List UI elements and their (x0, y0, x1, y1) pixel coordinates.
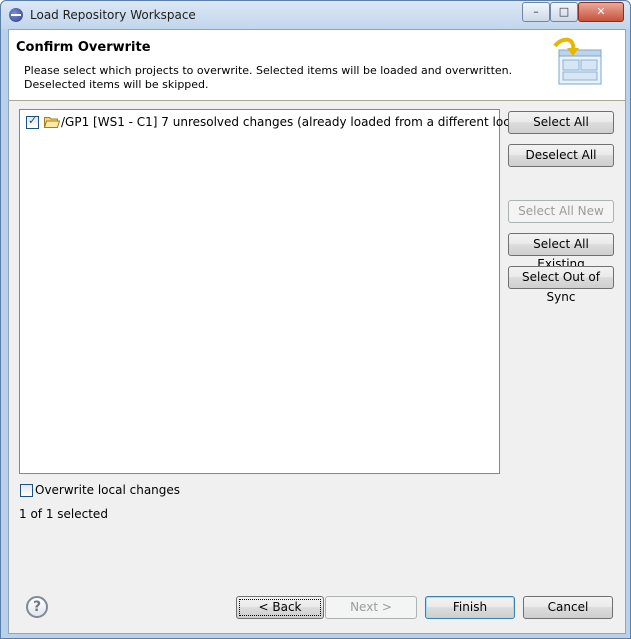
help-icon[interactable]: ? (26, 596, 48, 618)
overwrite-local-changes-checkbox[interactable] (20, 484, 33, 497)
eclipse-app-icon (9, 8, 23, 22)
next-button[interactable]: Next > (325, 596, 417, 619)
dialog-window: Load Repository Workspace – □ ✕ Confirm … (0, 0, 631, 639)
list-item-label: /GP1 [WS1 - C1] 7 unresolved changes (al… (61, 115, 545, 129)
open-folder-icon (44, 117, 60, 128)
window-title: Load Repository Workspace (30, 8, 196, 22)
finish-button[interactable]: Finish (425, 596, 515, 619)
dialog-client-area: Confirm Overwrite Please select which pr… (8, 29, 626, 634)
close-button[interactable]: ✕ (578, 2, 624, 22)
list-item[interactable]: /GP1 [WS1 - C1] 7 unresolved changes (al… (24, 114, 545, 132)
deselect-all-button[interactable]: Deselect All (508, 144, 614, 167)
title-area: Confirm Overwrite Please select which pr… (9, 30, 625, 101)
project-list[interactable]: /GP1 [WS1 - C1] 7 unresolved changes (al… (19, 109, 545, 474)
back-button[interactable]: < Back (236, 596, 324, 619)
page-title: Confirm Overwrite (16, 40, 151, 55)
select-all-existing-button[interactable]: Select All Existing (508, 233, 614, 271)
cancel-button[interactable]: Cancel (523, 596, 613, 619)
select-all-button[interactable]: Select All (508, 111, 614, 134)
overwrite-local-changes-label[interactable]: Overwrite local changes (35, 483, 180, 497)
selection-status: 1 of 1 selected (19, 507, 108, 521)
page-description: Please select which projects to overwrit… (24, 64, 513, 91)
select-all-new-button[interactable]: Select All New (508, 200, 614, 223)
maximize-button[interactable]: □ (550, 2, 578, 22)
minimize-button[interactable]: – (522, 2, 550, 22)
item-checkbox[interactable] (26, 114, 39, 129)
wizard-banner-icon (553, 37, 602, 85)
select-out-of-sync-button[interactable]: Select Out of Sync (508, 266, 614, 304)
title-bar[interactable]: Load Repository Workspace – □ ✕ (1, 1, 630, 29)
